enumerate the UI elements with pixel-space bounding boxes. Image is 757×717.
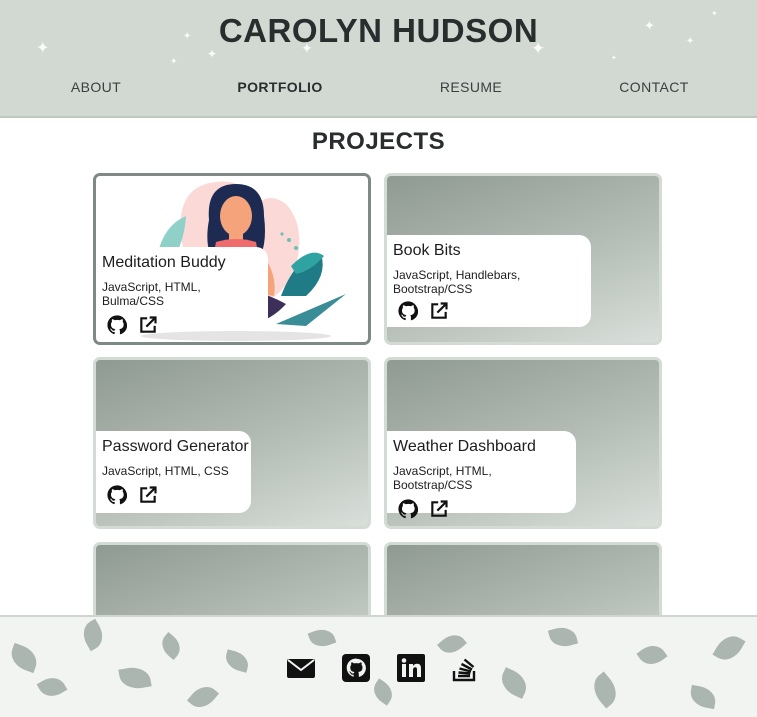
leaf-decoration [688, 684, 718, 710]
external-link-icon[interactable] [138, 315, 158, 335]
site-header: ✦ ✦ ✦ ✦ ✦ ✦ ✦ ✦ ✦ ✦ CAROLYN HUDSON ABOUT… [0, 0, 757, 118]
project-title: Book Bits [393, 242, 461, 259]
projects-heading: PROJECTS [311, 128, 446, 155]
site-title: CAROLYN HUDSON [218, 12, 539, 49]
project-title: Password Generator [102, 438, 249, 455]
github-icon[interactable] [341, 653, 371, 683]
leaf-decoration [547, 623, 579, 651]
sparkle-decoration: ✦ [611, 54, 617, 62]
main-nav: ABOUT PORTFOLIO RESUME CONTACT [0, 79, 757, 99]
email-icon[interactable] [286, 653, 316, 683]
external-link-icon[interactable] [138, 485, 158, 505]
project-card-book-bits[interactable]: Book Bits JavaScript, Handlebars, Bootst… [384, 173, 662, 345]
footer-social-links [0, 653, 757, 685]
project-tech: JavaScript, HTML, Bulma/CSS [102, 280, 201, 308]
external-link-icon[interactable] [429, 301, 449, 321]
project-links [393, 499, 570, 521]
stackoverflow-icon[interactable] [450, 653, 480, 683]
site-footer [0, 615, 757, 717]
project-info: Password Generator JavaScript, HTML, CSS [96, 431, 251, 513]
leaf-decoration [186, 680, 220, 714]
project-info: Weather Dashboard JavaScript, HTML, Boot… [387, 431, 576, 519]
project-card-weather-dashboard[interactable]: Weather Dashboard JavaScript, HTML, Boot… [384, 357, 662, 529]
github-icon[interactable] [398, 301, 418, 321]
project-links [102, 485, 245, 507]
github-icon[interactable] [107, 315, 127, 335]
project-info: Meditation Buddy JavaScript, HTML, Bulma… [96, 247, 268, 335]
project-info: Book Bits JavaScript, Handlebars, Bootst… [387, 235, 591, 327]
project-card-password-generator[interactable]: Password Generator JavaScript, HTML, CSS [93, 357, 371, 529]
project-title: Meditation Buddy [102, 254, 226, 271]
github-icon[interactable] [398, 499, 418, 519]
external-link-icon[interactable] [429, 499, 449, 519]
nav-portfolio[interactable]: PORTFOLIO [237, 79, 322, 95]
leaf-decoration [77, 618, 109, 652]
project-links [102, 315, 262, 337]
project-title: Weather Dashboard [393, 438, 536, 455]
linkedin-icon[interactable] [396, 653, 426, 683]
project-tech: JavaScript, HTML, CSS [102, 464, 229, 478]
nav-about[interactable]: ABOUT [71, 79, 121, 95]
nav-resume[interactable]: RESUME [440, 79, 502, 95]
project-tech: JavaScript, HTML, Bootstrap/CSS [393, 464, 492, 492]
leaf-decoration [307, 625, 337, 651]
project-card-meditation-buddy[interactable]: Meditation Buddy JavaScript, HTML, Bulma… [93, 173, 371, 345]
nav-contact[interactable]: CONTACT [619, 79, 688, 95]
sparkle-decoration: ✦ [170, 57, 178, 67]
project-links [393, 301, 585, 323]
project-tech: JavaScript, Handlebars, Bootstrap/CSS [393, 268, 521, 296]
github-icon[interactable] [107, 485, 127, 505]
